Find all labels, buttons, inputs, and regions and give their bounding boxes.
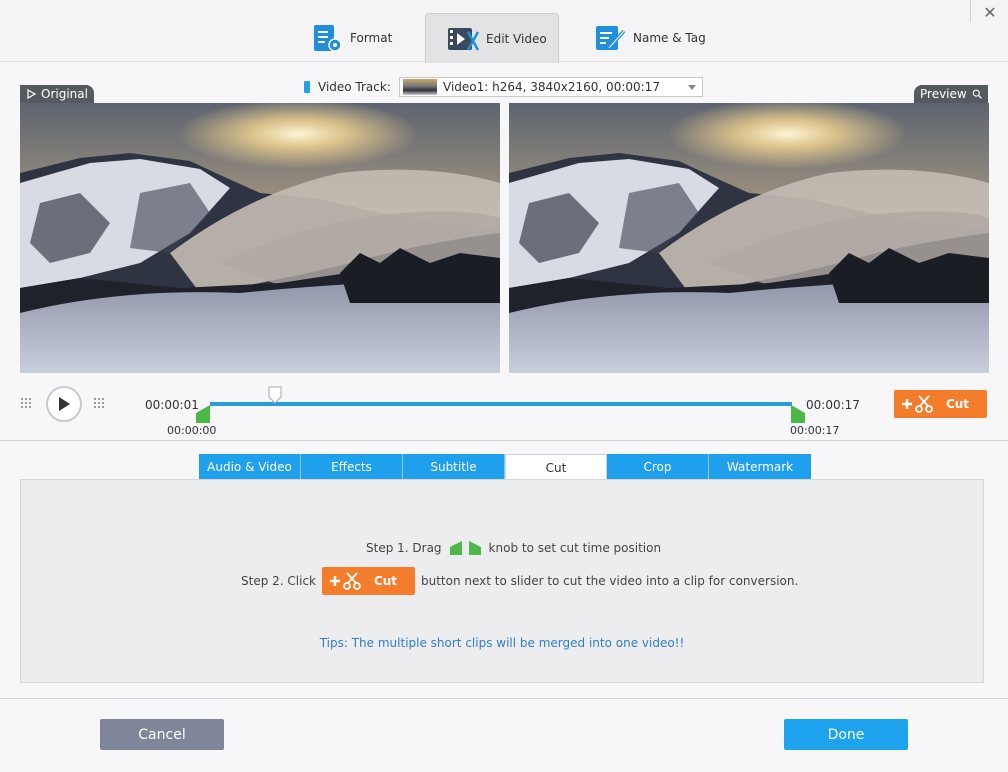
tab-subtitle[interactable]: Subtitle: [403, 454, 505, 480]
original-video-frame: [20, 103, 500, 373]
grip-right-icon[interactable]: [93, 397, 107, 411]
preview-label-text: Preview: [920, 87, 967, 101]
step2-prefix: Step 2. Click: [241, 574, 316, 588]
tab-audio-video[interactable]: Audio & Video: [199, 454, 301, 480]
total-time: 00:00:17: [806, 398, 860, 412]
format-icon: [314, 25, 342, 52]
video-track-label: Video Track:: [304, 78, 391, 96]
cut-start-time: 00:00:00: [167, 424, 217, 437]
close-icon[interactable]: ✕: [980, 4, 1000, 24]
divider: [0, 440, 1008, 441]
cut-start-knob[interactable]: [195, 405, 211, 423]
video-track-label-text: Video Track:: [318, 80, 391, 94]
cut-end-time: 00:00:17: [790, 424, 840, 437]
step1-instruction: Step 1. Drag knob to set cut time positi…: [366, 540, 661, 556]
preview-button[interactable]: Preview: [914, 85, 988, 103]
grip-left-icon[interactable]: [20, 397, 34, 411]
tab-effects[interactable]: Effects: [301, 454, 403, 480]
original-label-text: Original: [41, 87, 88, 101]
done-button[interactable]: Done: [784, 719, 908, 750]
tab-edit-video-label: Edit Video: [486, 31, 547, 46]
play-outline-icon: [27, 89, 36, 99]
chevron-down-icon: [688, 85, 696, 90]
add-cut-icon: [902, 395, 933, 413]
cut-button-label: Cut: [945, 397, 970, 411]
video-track-marker: [304, 81, 310, 93]
cut-button-illustration: Cut: [322, 567, 415, 595]
video-track-selected: Video1: h264, 3840x2160, 00:00:17: [443, 80, 660, 94]
step1-prefix: Step 1. Drag: [366, 541, 442, 555]
titlebar-divider: [970, 0, 971, 22]
tab-name-tag[interactable]: Name & Tag: [593, 14, 723, 62]
step2-instruction: Step 2. Click Cut button next to slider …: [241, 567, 798, 595]
current-time: 00:00:01: [145, 398, 199, 412]
cut-illustration-label: Cut: [373, 574, 398, 588]
step1-suffix: knob to set cut time position: [488, 541, 662, 555]
preview-video-frame: [509, 103, 989, 373]
cut-button[interactable]: Cut: [894, 390, 987, 418]
video-thumbnail: [403, 79, 437, 95]
step2-suffix: button next to slider to cut the video i…: [421, 574, 799, 588]
end-knob-icon: [468, 541, 481, 555]
original-label: Original: [20, 85, 94, 103]
search-icon: [972, 89, 982, 99]
play-icon: [59, 397, 70, 411]
cancel-button[interactable]: Cancel: [100, 719, 224, 750]
tab-edit-video[interactable]: Edit Video: [425, 13, 559, 63]
video-frame-image: [20, 103, 500, 373]
name-tag-icon: [596, 26, 626, 50]
tab-name-tag-label: Name & Tag: [633, 31, 706, 45]
add-cut-icon: [330, 572, 361, 590]
tab-format-label: Format: [350, 31, 393, 45]
start-knob-icon: [449, 541, 462, 555]
tab-cut[interactable]: Cut: [505, 454, 607, 480]
video-frame-image: [509, 103, 989, 373]
timeline-slider[interactable]: [210, 402, 792, 406]
play-button[interactable]: [46, 386, 82, 422]
footer-divider: [0, 698, 1008, 699]
tab-watermark[interactable]: Watermark: [709, 454, 811, 480]
tab-format[interactable]: Format: [310, 14, 420, 62]
playhead-marker[interactable]: [268, 386, 282, 404]
video-track-select[interactable]: Video1: h264, 3840x2160, 00:00:17: [399, 77, 703, 97]
tips-text: Tips: The multiple short clips will be m…: [319, 636, 685, 650]
cut-end-knob[interactable]: [790, 405, 806, 423]
edit-tabs: Audio & Video Effects Subtitle Cut Crop …: [199, 454, 811, 480]
tab-crop[interactable]: Crop: [607, 454, 709, 480]
edit-video-icon: [448, 27, 480, 51]
